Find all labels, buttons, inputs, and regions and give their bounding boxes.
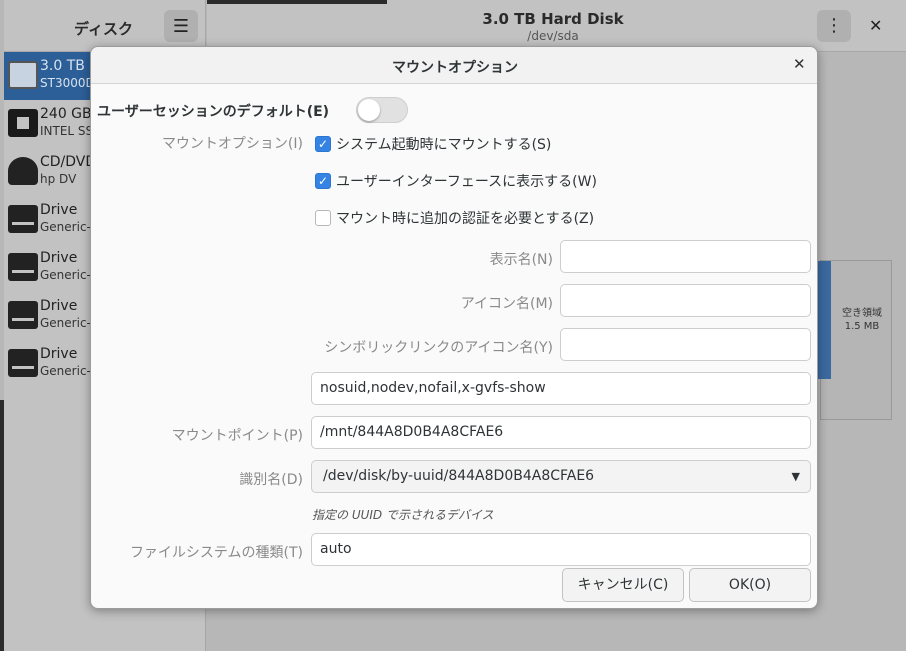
drive-name: CD/DVD [40, 154, 97, 170]
dropdown-arrow-icon: ▼ [791, 470, 800, 483]
free-space-label: 空き領域 1.5 MB [833, 307, 891, 333]
harddisk-icon [8, 61, 38, 89]
drive-options-button[interactable]: ⋮ [817, 10, 851, 42]
filesystem-type-field[interactable]: auto [311, 533, 811, 566]
identify-as-dropdown[interactable]: /dev/disk/by-uuid/844A8D0B4A8CFAE6 ▼ [311, 460, 811, 493]
checkbox-box[interactable]: ✓ [315, 173, 331, 189]
drive-model: Generic- [40, 316, 91, 330]
app-header: 3.0 TB Hard Disk /dev/sda ⋮ ✕ [207, 0, 906, 52]
ok-button[interactable]: OK(O) [689, 568, 811, 602]
mount-options-label: マウントオプション(I) [161, 136, 303, 152]
close-icon[interactable]: ✕ [793, 55, 806, 73]
sidebar-header: ディスク ☰ [4, 0, 205, 52]
free-space-title: 空き領域 [842, 308, 882, 319]
drive-name: Drive [40, 298, 78, 314]
icon-name-label: アイコン名(M) [460, 296, 553, 312]
checkbox-show-in-ui[interactable]: ✓ ユーザーインターフェースに表示する(W) [315, 171, 597, 191]
drive-model: Generic- [40, 268, 91, 282]
checkbox-label: ユーザーインターフェースに表示する(W) [336, 174, 597, 190]
mount-point-label: マウントポイント(P) [171, 428, 303, 444]
symbolic-icon-name-field[interactable] [560, 328, 811, 361]
cancel-button[interactable]: キャンセル(C) [562, 568, 684, 602]
drive-model: ST3000D [40, 76, 95, 90]
mount-point-field[interactable]: /mnt/844A8D0B4A8CFAE6 [311, 416, 811, 449]
toggle-knob [358, 99, 380, 121]
kebab-icon: ⋮ [825, 15, 843, 36]
sidebar-title: ディスク [74, 20, 133, 38]
checkbox-box[interactable] [315, 210, 331, 226]
display-name-field[interactable] [560, 240, 811, 273]
checkbox-require-auth[interactable]: マウント時に追加の認証を必要とする(Z) [315, 208, 594, 228]
drive-icon [8, 205, 38, 233]
hamburger-menu-button[interactable]: ☰ [164, 10, 198, 42]
free-space-size: 1.5 MB [844, 321, 880, 332]
icon-name-field[interactable] [560, 284, 811, 317]
partition-segment[interactable] [817, 261, 831, 379]
dialog-title: マウントオプション [392, 60, 518, 76]
drive-name: Drive [40, 202, 78, 218]
window-close-icon[interactable]: ✕ [869, 16, 882, 35]
drive-model: Generic- [40, 364, 91, 378]
mount-options-dialog: マウントオプション ✕ ユーザーセッションのデフォルト(E) マウントオプション… [90, 46, 818, 609]
drive-name: 3.0 TB [40, 58, 85, 74]
background-edge-top [207, 0, 387, 4]
identify-hint: 指定の UUID で示されるデバイス [312, 508, 494, 522]
window-title: 3.0 TB Hard Disk [482, 10, 624, 28]
session-default-label: ユーザーセッションのデフォルト(E) [97, 104, 330, 120]
optical-drive-icon [8, 157, 38, 185]
window-subtitle: /dev/sda [527, 29, 579, 43]
drive-icon [8, 301, 38, 329]
drive-model: hp DV [40, 172, 77, 186]
ssd-chip-icon [8, 109, 38, 137]
checkbox-label: マウント時に追加の認証を必要とする(Z) [336, 211, 595, 227]
checkbox-box[interactable]: ✓ [315, 136, 331, 152]
drive-name: Drive [40, 250, 78, 266]
drive-name: 240 GB [40, 106, 92, 122]
checkbox-mount-at-startup[interactable]: ✓ システム起動時にマウントする(S) [315, 134, 551, 154]
drive-model: Generic- [40, 220, 91, 234]
drive-model: INTEL SS [40, 124, 94, 138]
mount-options-field[interactable]: nosuid,nodev,nofail,x-gvfs-show [311, 372, 811, 405]
drive-name: Drive [40, 346, 78, 362]
checkbox-label: システム起動時にマウントする(S) [336, 137, 552, 153]
hamburger-icon: ☰ [172, 15, 190, 37]
volume-map[interactable]: 空き領域 1.5 MB [817, 260, 892, 420]
symbolic-icon-name-label: シンボリックリンクのアイコン名(Y) [324, 340, 553, 356]
filesystem-type-label: ファイルシステムの種類(T) [129, 545, 303, 561]
drive-icon [8, 253, 38, 281]
display-name-label: 表示名(N) [489, 252, 553, 268]
identify-as-label: 識別名(D) [239, 472, 303, 488]
dialog-header: マウントオプション ✕ [91, 47, 817, 84]
identify-as-value: /dev/disk/by-uuid/844A8D0B4A8CFAE6 [323, 468, 595, 484]
session-default-toggle[interactable] [356, 97, 408, 123]
drive-icon [8, 349, 38, 377]
